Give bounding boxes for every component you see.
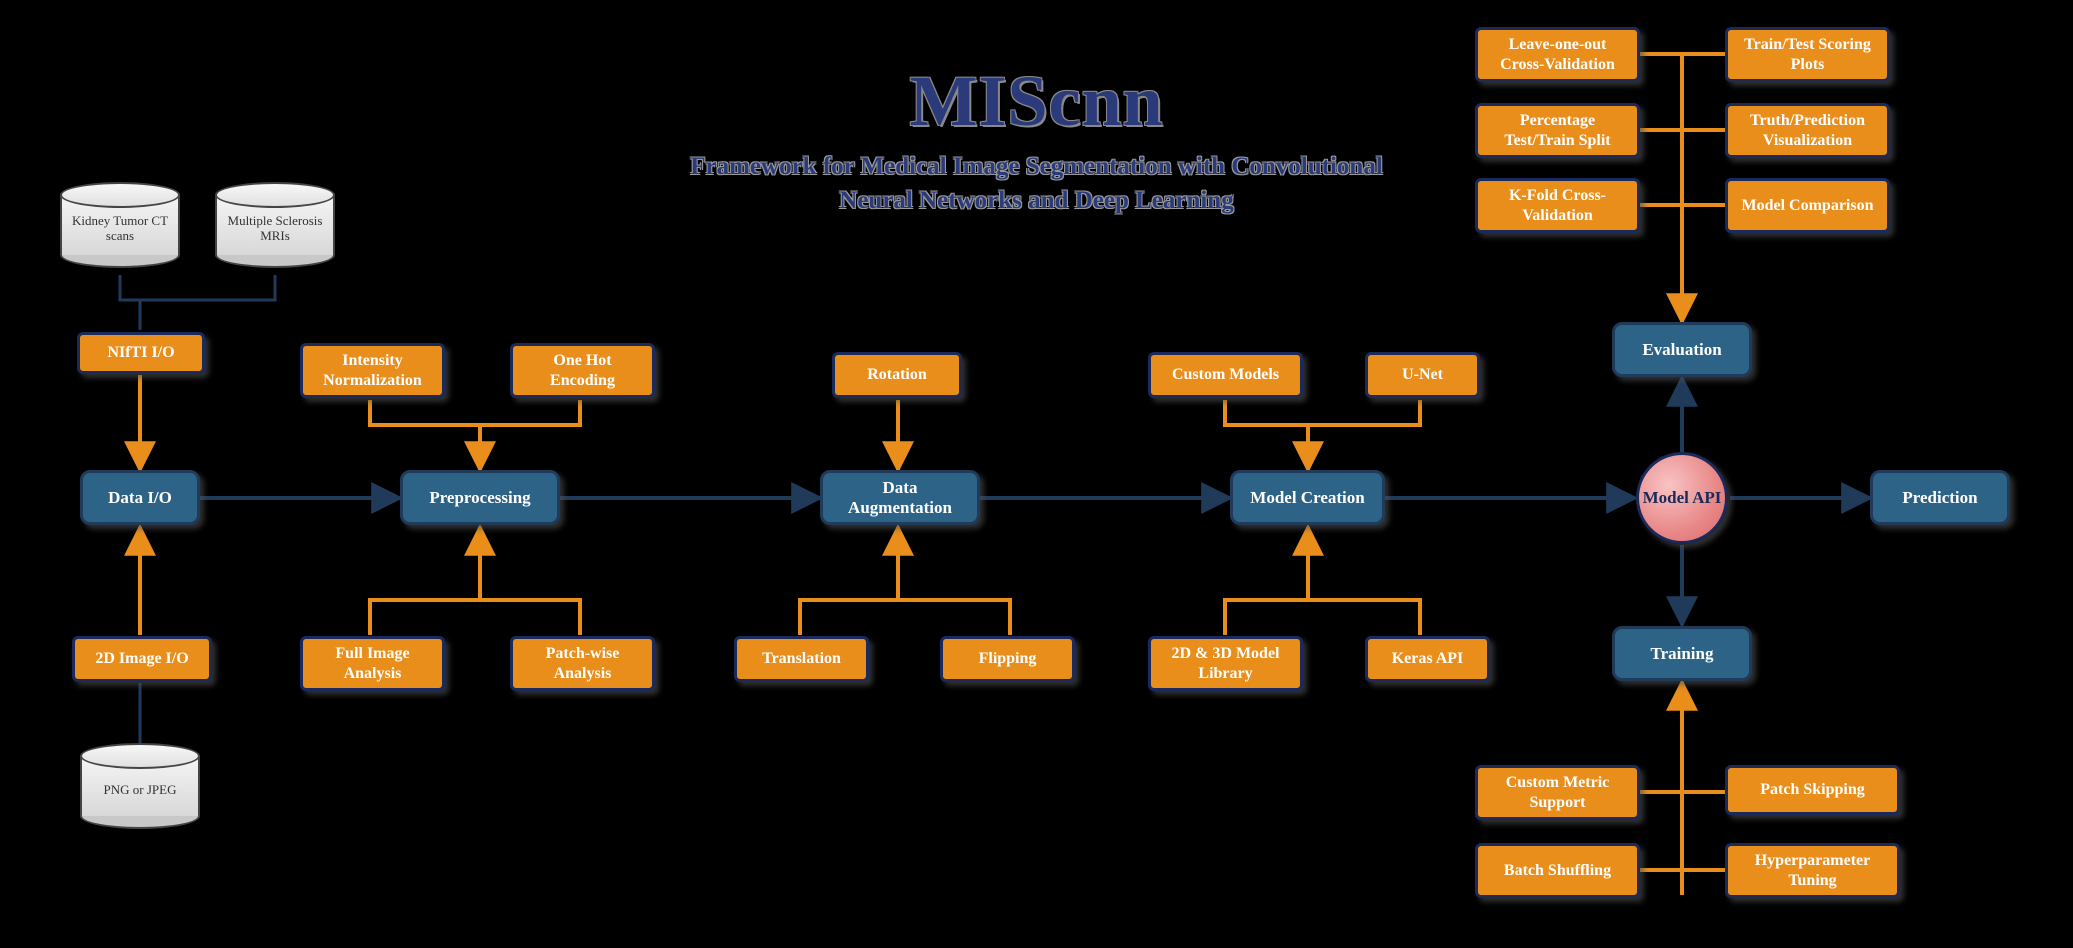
cylinder-ms-label: Multiple Sclerosis MRIs: [217, 214, 333, 244]
opt-patch-wise: Patch-wise Analysis: [510, 636, 655, 691]
opt-rotation: Rotation: [832, 352, 962, 398]
opt-pct-split: Percentage Test/Train Split: [1475, 103, 1640, 158]
opt-patch-skip: Patch Skipping: [1725, 765, 1900, 815]
node-model-api: Model API: [1636, 452, 1728, 544]
opt-full-image: Full Image Analysis: [300, 636, 445, 691]
opt-nifti: NIfTI I/O: [77, 332, 205, 374]
node-training: Training: [1612, 626, 1752, 681]
opt-traintest-plots: Train/Test Scoring Plots: [1725, 27, 1890, 82]
opt-hyper-tune: Hyperparameter Tuning: [1725, 843, 1900, 898]
diagram-title: MIScnn: [909, 60, 1163, 143]
node-data-io: Data I/O: [80, 470, 200, 525]
node-prediction: Prediction: [1870, 470, 2010, 525]
opt-loo-cv: Leave-one-out Cross-Validation: [1475, 27, 1640, 82]
node-data-aug: Data Augmentation: [820, 470, 980, 525]
opt-keras-api: Keras API: [1365, 636, 1490, 682]
opt-truth-pred: Truth/Prediction Visualization: [1725, 103, 1890, 158]
diagram-subtitle: Framework for Medical Image Segmentation…: [657, 150, 1417, 218]
node-evaluation: Evaluation: [1612, 322, 1752, 377]
opt-one-hot: One Hot Encoding: [510, 343, 655, 398]
cylinder-ms: Multiple Sclerosis MRIs: [215, 182, 335, 268]
cylinder-kidney: Kidney Tumor CT scans: [60, 182, 180, 268]
opt-custom-models: Custom Models: [1148, 352, 1303, 398]
cylinder-png-label: PNG or JPEG: [98, 783, 183, 798]
opt-2d3d-lib: 2D & 3D Model Library: [1148, 636, 1303, 691]
node-model-creation: Model Creation: [1230, 470, 1385, 525]
cylinder-png: PNG or JPEG: [80, 743, 200, 829]
opt-2d-image-io: 2D Image I/O: [72, 636, 212, 682]
node-preprocessing: Preprocessing: [400, 470, 560, 525]
opt-unet: U-Net: [1365, 352, 1480, 398]
opt-intensity-norm: Intensity Normalization: [300, 343, 445, 398]
opt-custom-metric: Custom Metric Support: [1475, 765, 1640, 820]
opt-translation: Translation: [734, 636, 869, 682]
opt-model-comp: Model Comparison: [1725, 178, 1890, 233]
opt-kfold: K-Fold Cross-Validation: [1475, 178, 1640, 233]
opt-batch-shuffle: Batch Shuffling: [1475, 843, 1640, 898]
cylinder-kidney-label: Kidney Tumor CT scans: [62, 214, 178, 244]
opt-flipping: Flipping: [940, 636, 1075, 682]
